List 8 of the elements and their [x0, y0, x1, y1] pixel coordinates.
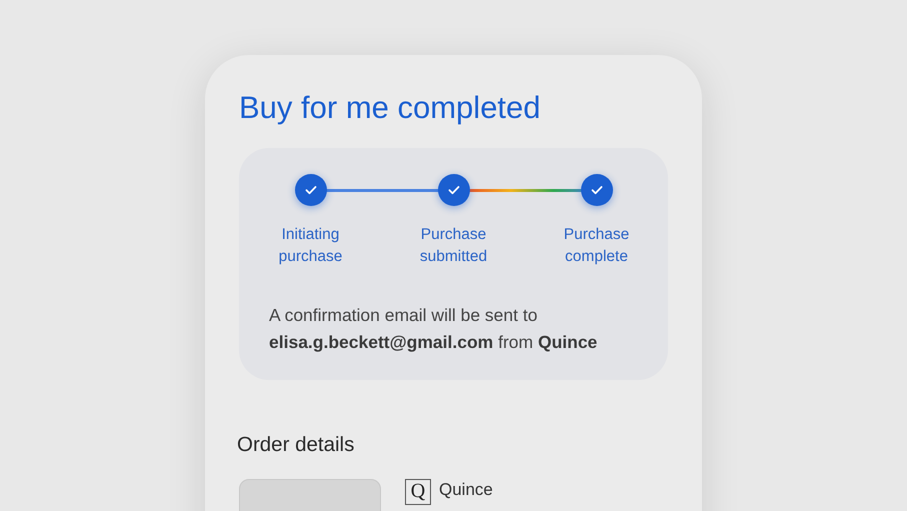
page-title: Buy for me completed — [239, 89, 542, 126]
merchant-logo: Q — [405, 478, 431, 505]
section-heading: Order details — [237, 432, 356, 458]
step-label: Initiating purchase — [278, 225, 344, 268]
confirmation-message: A confirmation email will be sent to elisa.g.beckett@gmail.com from Quince — [269, 304, 598, 354]
merchant-name: Quince — [439, 478, 493, 501]
step-label: Purchase complete — [562, 225, 630, 268]
step-label: Purchase submitted — [418, 225, 488, 268]
